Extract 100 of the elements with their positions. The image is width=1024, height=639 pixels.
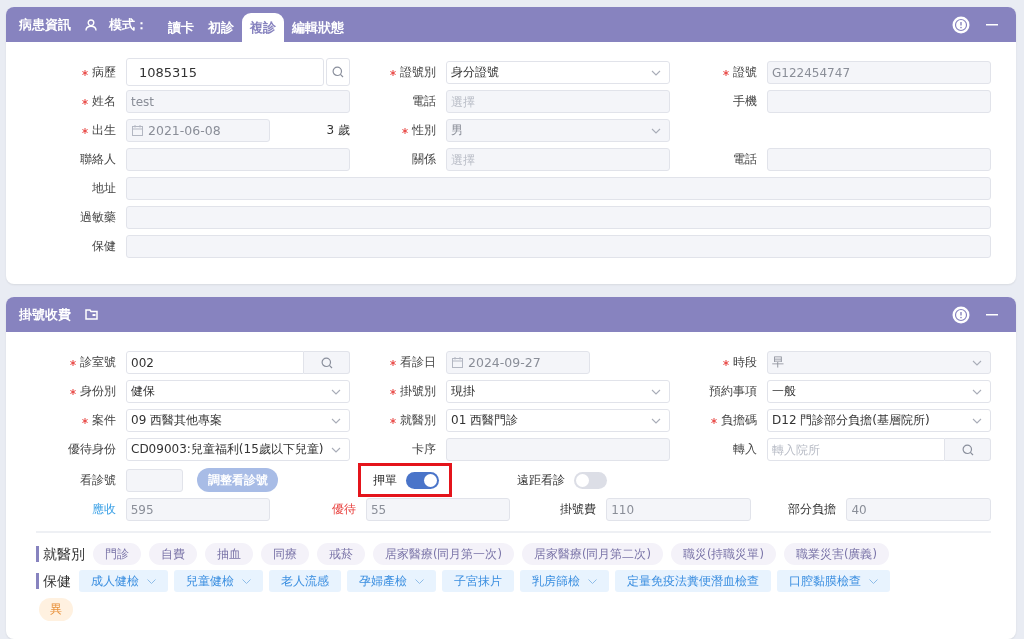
input-field[interactable]: 55 [365, 498, 511, 521]
info-icon[interactable] [952, 15, 970, 34]
mode-label: 模式： [109, 15, 148, 34]
toggle-label: 遠距看診 [517, 471, 565, 489]
input-field[interactable]: 595 [125, 498, 271, 521]
calendar-icon [132, 125, 143, 136]
field-label: 保健 [92, 238, 116, 255]
input-field[interactable] [126, 177, 991, 200]
chevron-down-icon [972, 388, 982, 395]
person-icon [85, 18, 97, 31]
input-field[interactable]: 002 [126, 351, 304, 374]
fee-label: 優待 [331, 502, 356, 516]
field-label: 出生 [92, 122, 116, 139]
tag[interactable]: 異 [39, 598, 73, 621]
chevron-down-icon [869, 578, 878, 584]
search-icon [320, 356, 333, 369]
minimize-icon[interactable] [986, 313, 998, 316]
select-field[interactable]: 身分證號 [446, 61, 670, 84]
chevron-down-icon [147, 578, 156, 584]
select-field[interactable]: CD09003:兒童福利(15歲以下兒童) [126, 438, 350, 461]
chevron-down-icon [972, 359, 982, 366]
input-field[interactable]: 轉入院所 [767, 438, 945, 461]
field-label: 卡序 [412, 441, 436, 458]
fee-label: 應收 [91, 502, 116, 516]
input-field[interactable] [126, 235, 991, 258]
field-label: 診室號 [80, 354, 116, 371]
health-check-tag[interactable]: 子宮抹片 [442, 570, 514, 592]
field-label: 地址 [92, 180, 116, 197]
fee-label: 掛號費 [560, 502, 597, 516]
field-label: 手機 [733, 93, 757, 110]
select-field[interactable]: 健保 [126, 380, 350, 403]
input-field[interactable] [126, 206, 991, 229]
health-check-tag[interactable]: 口腔黏膜檢查 [777, 570, 890, 592]
visit-type-tag[interactable]: 門診 [93, 543, 141, 565]
toggle-switch[interactable] [574, 471, 607, 489]
field-label: 優待身份 [68, 441, 116, 458]
visit-type-tag[interactable]: 職災(持職災單) [670, 543, 776, 565]
search-icon [332, 66, 344, 78]
chevron-down-icon [588, 578, 597, 584]
select-field[interactable]: 現掛 [446, 380, 670, 403]
health-check-tag[interactable]: 老人流感 [269, 570, 341, 592]
minimize-icon[interactable] [986, 23, 998, 26]
visit-type-tag[interactable]: 自費 [149, 543, 197, 565]
field-label: 病歷 [92, 64, 116, 81]
search-icon [961, 443, 974, 456]
input-field[interactable]: 110 [606, 498, 751, 521]
health-check-tag[interactable]: 定量免疫法糞便潛血檢查 [615, 570, 771, 592]
select-field[interactable]: 01 西醫門診 [446, 409, 670, 432]
visit-type-tag[interactable]: 職業災害(廣義) [783, 543, 889, 565]
visit-type-tag[interactable]: 居家醫療(同月第二次) [522, 543, 663, 565]
calendar-icon [452, 357, 463, 368]
field-label: 聯絡人 [80, 151, 116, 168]
field-label: 負擔碼 [721, 412, 757, 429]
field-label: 證號 [733, 64, 757, 81]
health-check-tag[interactable]: 孕婦產檢 [347, 570, 436, 592]
folder-icon [85, 309, 98, 320]
input-field[interactable] [446, 438, 670, 461]
search-button[interactable] [304, 351, 350, 374]
field-label: 掛號別 [400, 383, 436, 400]
select-field[interactable]: 一般 [767, 380, 991, 403]
chevron-down-icon [242, 578, 251, 584]
health-check-tag[interactable]: 乳房篩檢 [520, 570, 609, 592]
panel-title: 病患資訊 [19, 15, 71, 34]
mode-tab[interactable]: 複診 [242, 13, 284, 42]
select-field[interactable]: 09 西醫其他專案 [126, 409, 350, 432]
input-field[interactable] [126, 468, 183, 492]
search-button[interactable] [326, 58, 350, 86]
visit-type-tag[interactable]: 同療 [261, 543, 309, 565]
visit-type-tag[interactable]: 居家醫療(同月第一次) [373, 543, 514, 565]
chevron-down-icon [651, 417, 661, 424]
field-label: 看診日 [400, 354, 436, 371]
input-field[interactable] [126, 148, 350, 171]
visit-type-tag[interactable]: 抽血 [205, 543, 253, 565]
visit-type-tag[interactable]: 戒菸 [317, 543, 365, 565]
chevron-down-icon [651, 69, 661, 76]
health-check-tag[interactable]: 成人健檢 [79, 570, 168, 592]
field-label: 證號別 [400, 64, 436, 81]
input-field[interactable] [767, 90, 991, 113]
age-text: 3 歲 [326, 122, 350, 139]
health-check-tag[interactable]: 兒童健檢 [174, 570, 263, 592]
panel-title: 掛號收費 [19, 305, 71, 324]
mode-tab[interactable]: 編輯狀態 [286, 13, 350, 42]
input-field[interactable] [767, 148, 991, 171]
search-button[interactable] [945, 438, 991, 461]
field-label: 轉入 [733, 441, 757, 458]
select-field[interactable]: D12 門診部分負擔(基層院所) [767, 409, 991, 432]
toggle-switch[interactable] [406, 471, 439, 489]
mode-tab[interactable]: 讀卡 [162, 13, 200, 42]
chevron-down-icon [331, 446, 341, 453]
field-label: 身份別 [80, 383, 116, 400]
mode-tab[interactable]: 初診 [202, 13, 240, 42]
field-label: 預約事項 [709, 383, 757, 400]
field-label: 電話 [733, 151, 757, 168]
chevron-down-icon [331, 417, 341, 424]
chevron-down-icon [651, 388, 661, 395]
section-label: 就醫別 [36, 546, 85, 562]
field-label: 看診號 [80, 471, 116, 489]
input-field[interactable]: 40 [846, 498, 991, 521]
input-field[interactable]: 1085315 [126, 58, 324, 86]
info-icon[interactable] [952, 305, 970, 324]
